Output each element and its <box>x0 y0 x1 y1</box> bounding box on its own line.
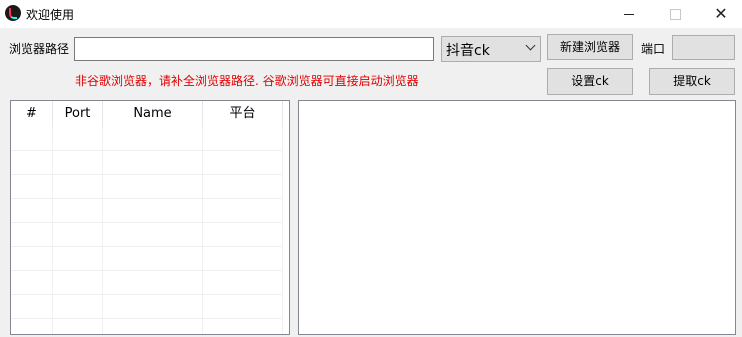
chevron-down-icon <box>525 40 536 51</box>
window-title: 欢迎使用 <box>26 8 75 22</box>
col-platform[interactable]: 平台 <box>203 101 283 127</box>
platform-select[interactable]: 抖音ck <box>441 36 541 62</box>
browser-path-label: 浏览器路径 <box>9 42 70 56</box>
table-row <box>11 175 283 199</box>
new-browser-button[interactable]: 新建浏览器 <box>547 34 633 60</box>
col-index[interactable]: # <box>11 101 53 127</box>
port-label: 端口 <box>641 42 666 56</box>
browser-list[interactable]: # Port Name 平台 <box>10 100 290 335</box>
table-row <box>11 271 283 295</box>
browser-path-input[interactable] <box>74 37 434 61</box>
table-row <box>11 127 283 151</box>
table-row <box>11 223 283 247</box>
table-row <box>11 151 283 175</box>
minimize-button[interactable] <box>606 0 652 28</box>
log-textarea[interactable] <box>298 100 736 335</box>
port-field[interactable] <box>672 35 735 60</box>
maximize-button[interactable] <box>652 0 698 28</box>
col-port[interactable]: Port <box>53 101 103 127</box>
warning-text: 非谷歌浏览器，请补全浏览器路径. 谷歌浏览器可直接启动浏览器 <box>75 74 419 88</box>
table-row <box>11 295 283 319</box>
col-name[interactable]: Name <box>103 101 203 127</box>
close-button[interactable]: ✕ <box>698 0 742 28</box>
app-logo-icon <box>5 5 21 21</box>
platform-select-value: 抖音ck <box>446 43 490 59</box>
list-header: # Port Name 平台 <box>11 101 283 127</box>
set-ck-button[interactable]: 设置ck <box>547 68 633 95</box>
title-bar[interactable]: 欢迎使用 ✕ <box>0 0 742 28</box>
table-row <box>11 199 283 223</box>
table-row <box>11 247 283 271</box>
get-ck-button[interactable]: 提取ck <box>649 68 735 95</box>
